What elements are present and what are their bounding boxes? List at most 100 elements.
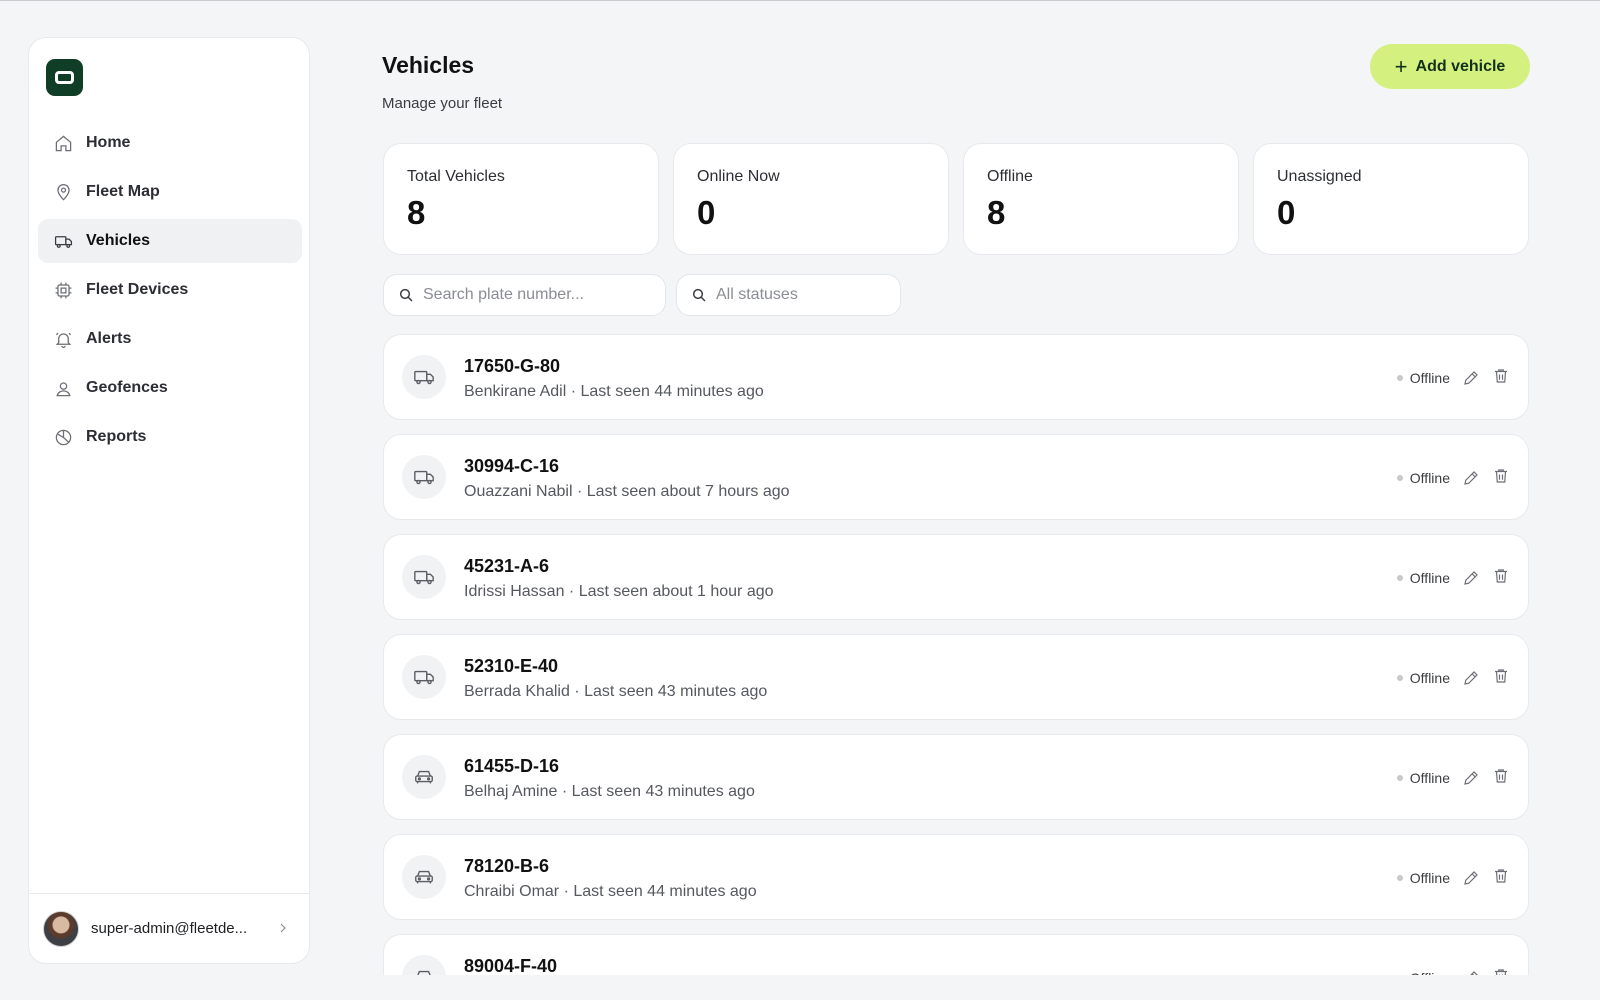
stat-label: Offline <box>987 168 1033 185</box>
chip-icon <box>53 280 73 300</box>
status-dot <box>1396 775 1403 781</box>
vehicle-row[interactable]: 89004-F-40 Offline <box>383 934 1529 975</box>
vehicle-plate: 30994-C-16 <box>464 456 560 476</box>
trash-icon[interactable] <box>1492 667 1510 685</box>
truck-icon <box>402 655 446 699</box>
geofence-icon <box>53 378 73 398</box>
search-icon <box>399 288 413 302</box>
vehicle-row[interactable]: 61455-D-16 Belhaj Amine · Last seen 43 mi… <box>383 734 1529 820</box>
sidebar: Home Fleet Map Vehicles Fleet Devices Al… <box>28 37 310 964</box>
edit-icon[interactable] <box>1462 569 1480 587</box>
vehicle-plate: 52310-E-40 <box>464 656 559 676</box>
edit-icon[interactable] <box>1462 769 1480 787</box>
status-dot <box>1396 375 1403 381</box>
sidebar-item-geofences[interactable]: Geofences <box>38 366 302 410</box>
vehicle-row[interactable]: 30994-C-16 Ouazzani Nabil · Last seen abo… <box>383 434 1529 520</box>
vehicle-row[interactable]: 45231-A-6 Idrissi Hassan · Last seen abou… <box>383 534 1529 620</box>
sidebar-item-label: Home <box>86 134 131 151</box>
vehicle-plate: 78120-B-6 <box>464 856 550 876</box>
stat-card-offline: Offline 8 <box>963 143 1239 255</box>
status-filter-select[interactable]: All statuses <box>676 274 901 316</box>
status-filter-value: All statuses <box>716 286 798 303</box>
trash-icon[interactable] <box>1492 467 1510 485</box>
truck-icon <box>402 555 446 599</box>
edit-icon[interactable] <box>1462 369 1480 387</box>
status-badge: Offline <box>1396 370 1450 386</box>
sidebar-item-home[interactable]: Home <box>38 121 302 165</box>
trash-icon[interactable] <box>1492 767 1510 785</box>
sidebar-nav: Home Fleet Map Vehicles Fleet Devices Al… <box>38 121 302 464</box>
trash-icon[interactable] <box>1492 967 1510 975</box>
user-account-menu[interactable]: super-admin@fleetde... <box>29 893 309 963</box>
status-badge: Offline <box>1397 970 1450 975</box>
sidebar-item-reports[interactable]: Reports <box>38 415 302 459</box>
window-top-border <box>0 0 1600 1</box>
plus-icon: + <box>1394 53 1408 79</box>
plate-search-box[interactable] <box>383 274 666 316</box>
app-logo[interactable] <box>46 59 83 96</box>
vehicle-row[interactable]: 52310-E-40 Berrada Khalid · Last seen 43 … <box>383 634 1529 720</box>
edit-icon[interactable] <box>1462 969 1480 975</box>
car-icon <box>402 755 446 799</box>
sidebar-item-fleet-map[interactable]: Fleet Map <box>38 170 302 214</box>
sidebar-item-label: Reports <box>86 428 147 445</box>
status-badge: Offline <box>1396 570 1450 586</box>
vehicle-row[interactable]: 78120-B-6 Chraibi Omar · Last seen 44 min… <box>383 834 1529 920</box>
edit-icon[interactable] <box>1462 469 1480 487</box>
sidebar-item-vehicles[interactable]: Vehicles <box>38 219 302 263</box>
sidebar-item-label: Alerts <box>86 330 132 347</box>
trash-icon[interactable] <box>1492 367 1510 385</box>
stat-label: Total Vehicles <box>407 168 505 185</box>
status-label: Offline <box>1409 370 1450 386</box>
status-badge: Offline <box>1396 470 1450 486</box>
trash-icon[interactable] <box>1492 867 1510 885</box>
edit-icon[interactable] <box>1462 869 1480 887</box>
plate-search-input[interactable] <box>423 286 643 304</box>
user-email: super-admin@fleetde... <box>91 920 248 937</box>
vehicle-plate: 89004-F-40 <box>464 956 558 975</box>
vehicle-meta: Berrada Khalid · Last seen 43 minutes ag… <box>464 683 768 700</box>
status-dot <box>1396 475 1403 481</box>
status-badge: Offline <box>1396 770 1450 786</box>
vehicle-plate: 45231-A-6 <box>464 556 550 576</box>
status-label: Offline <box>1409 570 1450 586</box>
sidebar-item-label: Geofences <box>86 379 168 396</box>
vehicle-meta: Benkirane Adil · Last seen 44 minutes ag… <box>464 383 764 400</box>
truck-icon <box>402 355 446 399</box>
chevron-right-icon <box>280 923 286 933</box>
sidebar-item-fleet-devices[interactable]: Fleet Devices <box>38 268 302 312</box>
status-badge: Offline <box>1396 670 1450 686</box>
status-label: Offline <box>1409 870 1450 886</box>
truck-icon <box>53 231 73 251</box>
sidebar-item-alerts[interactable]: Alerts <box>38 317 302 361</box>
add-vehicle-button[interactable]: + Add vehicle <box>1370 44 1530 89</box>
edit-icon[interactable] <box>1462 669 1480 687</box>
vehicle-row[interactable]: 17650-G-80 Benkirane Adil · Last seen 44 … <box>383 334 1529 420</box>
stat-label: Unassigned <box>1277 168 1362 185</box>
stat-card-total-vehicles: Total Vehicles 8 <box>383 143 659 255</box>
home-icon <box>53 133 73 153</box>
status-dot <box>1396 875 1403 881</box>
vehicle-plate: 17650-G-80 <box>464 356 561 376</box>
vehicle-list: 17650-G-80 Benkirane Adil · Last seen 44 … <box>383 334 1529 975</box>
map-pin-icon <box>53 182 73 202</box>
page-title: Vehicles <box>382 52 475 78</box>
stat-value: 0 <box>697 194 716 231</box>
truck-icon <box>402 455 446 499</box>
stat-value: 0 <box>1277 194 1296 231</box>
status-badge: Offline <box>1396 870 1450 886</box>
status-dot <box>1396 575 1403 581</box>
search-icon <box>692 288 706 302</box>
car-icon <box>402 855 446 899</box>
vehicle-meta: Ouazzani Nabil · Last seen about 7 hours… <box>464 483 790 500</box>
pie-chart-icon <box>53 427 73 447</box>
car-icon <box>402 955 446 975</box>
avatar <box>43 910 79 947</box>
stat-value: 8 <box>407 194 426 231</box>
status-label: Offline <box>1409 470 1450 486</box>
sidebar-item-label: Fleet Map <box>86 183 160 200</box>
stat-value: 8 <box>987 194 1006 231</box>
vehicle-meta: Chraibi Omar · Last seen 44 minutes ago <box>464 883 757 900</box>
stat-card-online-now: Online Now 0 <box>673 143 949 255</box>
trash-icon[interactable] <box>1492 567 1510 585</box>
